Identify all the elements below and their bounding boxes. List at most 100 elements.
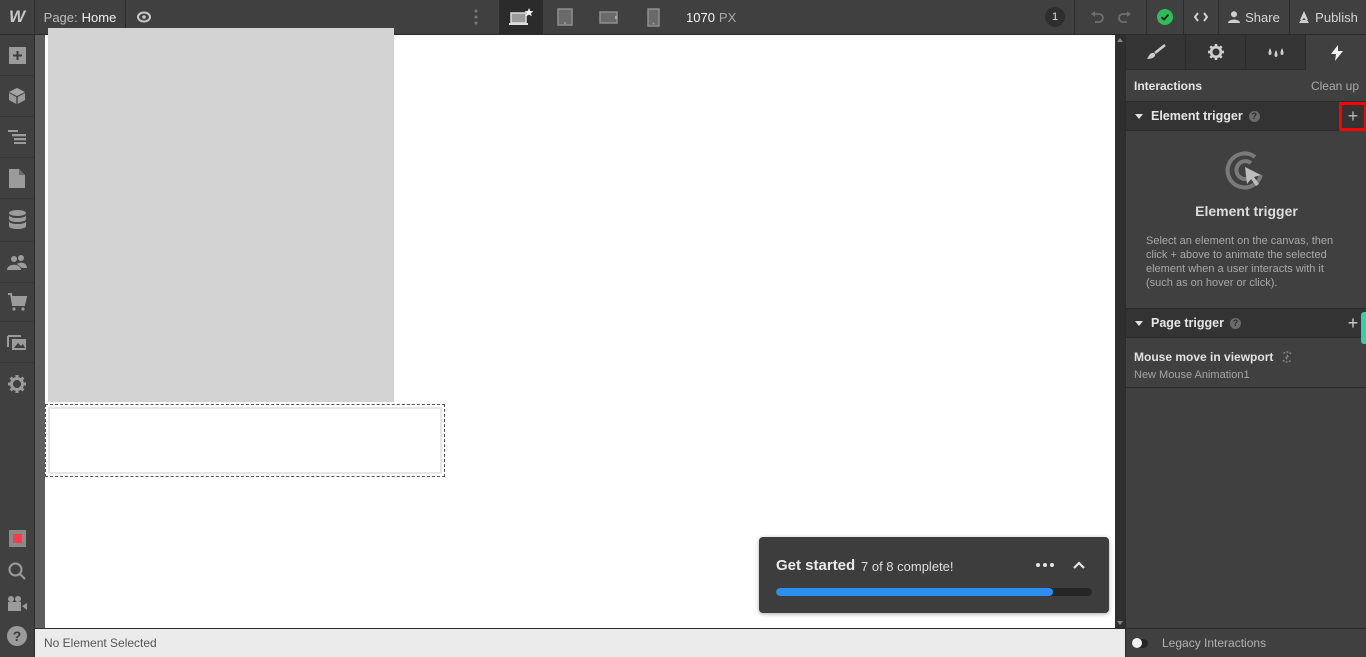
breakpoint-mobile-landscape-button[interactable]	[587, 0, 631, 34]
canvas-empty-container[interactable]	[45, 404, 445, 477]
help-icon[interactable]: ?	[1248, 110, 1260, 122]
cube-icon	[9, 88, 25, 104]
add-page-trigger-button[interactable]: +	[1345, 309, 1361, 338]
undo-icon	[1091, 10, 1104, 23]
notification-badge[interactable]: 1	[1044, 0, 1066, 34]
cart-icon	[7, 293, 27, 311]
sidebar-item-add[interactable]	[0, 35, 34, 76]
sidebar-item-cms[interactable]	[0, 199, 34, 242]
gear-icon	[8, 374, 26, 393]
tab-style[interactable]	[1126, 35, 1186, 69]
images-icon	[7, 335, 26, 350]
tab-settings[interactable]	[1186, 35, 1246, 69]
publish-button[interactable]: Publish	[1290, 0, 1366, 34]
plus-square-icon	[8, 46, 26, 64]
element-trigger-empty-description: Select an element on the canvas, then cl…	[1146, 235, 1334, 289]
sidebar-item-audit[interactable]	[0, 522, 34, 554]
legacy-interactions-toggle[interactable]	[1132, 637, 1148, 648]
canvas-image-block[interactable]	[48, 28, 394, 402]
breakpoint-menu-button[interactable]	[464, 0, 488, 34]
get-started-collapse-button[interactable]	[1069, 555, 1089, 575]
element-trigger-empty-state: Element trigger Select an element on the…	[1126, 131, 1366, 308]
canvas-vertical-scrollbar[interactable]	[1115, 35, 1125, 628]
chevron-up-icon	[1073, 561, 1085, 569]
canvas-width-unit: PX	[718, 9, 737, 25]
brush-icon	[1146, 44, 1166, 59]
get-started-progress-fill	[776, 588, 1053, 596]
legacy-interactions-row: Legacy Interactions	[1126, 628, 1366, 657]
sidebar-item-help[interactable]: ?	[0, 620, 34, 652]
webflow-logo[interactable]: W	[0, 0, 35, 34]
record-icon	[8, 529, 26, 547]
user-icon	[1228, 11, 1241, 23]
divider	[1146, 0, 1147, 34]
gear-icon	[1207, 44, 1224, 60]
clean-up-button[interactable]: Clean up	[1311, 79, 1359, 93]
page-trigger-animation: New Mouse Animation1	[1134, 369, 1250, 381]
divider	[1074, 0, 1075, 34]
sidebar-item-users[interactable]	[0, 242, 34, 283]
code-icon	[1194, 12, 1208, 22]
undo-button[interactable]	[1085, 0, 1109, 34]
get-started-card: Get started 7 of 8 complete!	[759, 537, 1109, 613]
mobile-landscape-icon	[599, 10, 618, 24]
side-handle[interactable]	[1361, 312, 1366, 344]
share-label: Share	[1245, 9, 1280, 25]
drops-icon	[1268, 48, 1283, 57]
publish-label: Publish	[1315, 9, 1358, 25]
element-trigger-section-header[interactable]: Element trigger ? +	[1126, 101, 1366, 131]
share-button[interactable]: Share	[1220, 0, 1288, 34]
element-trigger-empty-title: Element trigger	[1195, 203, 1298, 219]
get-started-progress-bar	[776, 588, 1092, 596]
selection-status-text: No Element Selected	[44, 636, 157, 650]
scroll-up-icon[interactable]	[1117, 38, 1123, 42]
notification-count: 1	[1045, 7, 1065, 27]
breakpoint-desktop-button[interactable]	[499, 0, 543, 34]
selection-status-bar: No Element Selected	[35, 628, 1125, 657]
mouse-move-icon	[1282, 351, 1292, 363]
page-icon	[9, 168, 25, 188]
add-element-trigger-button[interactable]: +	[1339, 102, 1366, 131]
sidebar-item-navigator[interactable]	[0, 117, 34, 158]
sidebar-item-pages[interactable]	[0, 158, 34, 199]
page-trigger-name: Mouse move in viewport	[1134, 350, 1274, 364]
page-trigger-section-header[interactable]: Page trigger ? +	[1126, 308, 1366, 338]
lightning-icon	[1330, 44, 1343, 61]
more-dot	[1043, 563, 1047, 567]
redo-button[interactable]	[1113, 0, 1137, 34]
left-sidebar: ?	[0, 35, 35, 657]
divider	[1218, 0, 1219, 34]
video-camera-icon	[8, 595, 27, 611]
get-started-title: Get started	[776, 557, 856, 574]
panel-tabs	[1126, 35, 1366, 70]
navigator-icon	[8, 130, 26, 144]
page-trigger-item[interactable]: Mouse move in viewport New Mouse Animati…	[1126, 341, 1366, 388]
help-icon: ?	[7, 626, 27, 646]
sidebar-item-video[interactable]	[0, 587, 34, 619]
get-started-more-button[interactable]	[1033, 555, 1057, 575]
scroll-down-icon[interactable]	[1117, 621, 1123, 625]
caret-down-icon[interactable]	[1135, 113, 1143, 119]
tab-interactions[interactable]	[1306, 35, 1366, 70]
canvas-empty-container-inner	[48, 407, 442, 474]
caret-down-icon[interactable]	[1135, 320, 1143, 326]
sidebar-item-search[interactable]	[0, 555, 34, 587]
more-dot	[1036, 563, 1040, 567]
breakpoint-mobile-portrait-button[interactable]	[631, 0, 675, 34]
sidebar-item-settings[interactable]	[0, 363, 34, 404]
site-status-button[interactable]	[1152, 0, 1178, 34]
help-icon[interactable]: ?	[1229, 317, 1241, 329]
more-dot	[1050, 563, 1054, 567]
sidebar-item-ecommerce[interactable]	[0, 283, 34, 322]
eye-icon	[137, 11, 151, 23]
page-trigger-label: Page trigger	[1151, 316, 1224, 330]
sidebar-item-assets[interactable]	[0, 322, 34, 363]
check-circle-icon	[1157, 9, 1173, 25]
sidebar-item-symbols[interactable]	[0, 76, 34, 117]
breakpoint-tablet-button[interactable]	[543, 0, 587, 34]
legacy-interactions-label: Legacy Interactions	[1162, 636, 1267, 650]
tab-style-manager[interactable]	[1246, 35, 1306, 69]
export-code-button[interactable]	[1186, 0, 1216, 34]
rocket-icon	[1299, 10, 1310, 23]
interactions-title: Interactions	[1134, 78, 1203, 93]
